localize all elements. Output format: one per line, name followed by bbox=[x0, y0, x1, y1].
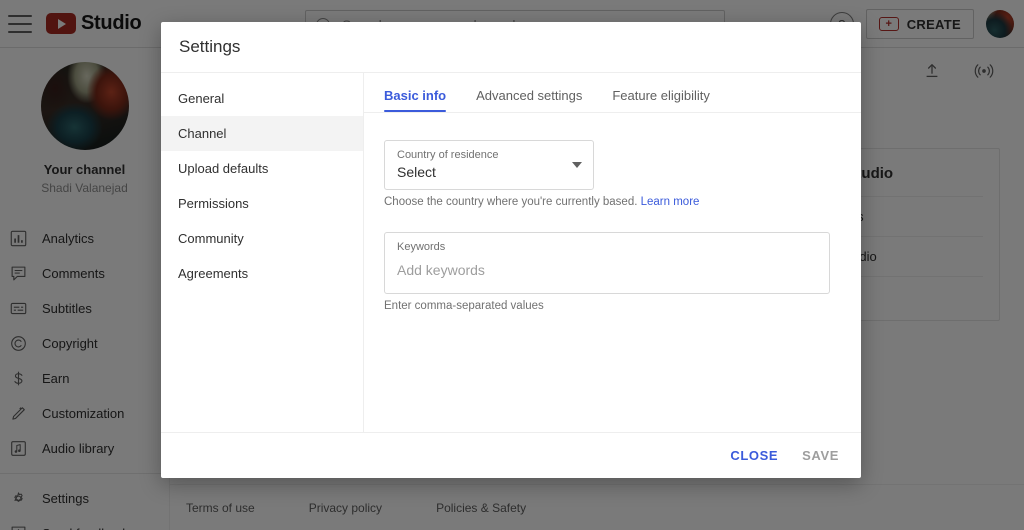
dialog-nav: General Channel Upload defaults Permissi… bbox=[161, 73, 364, 432]
chevron-down-icon[interactable] bbox=[572, 162, 582, 168]
country-field-hint: Choose the country where you're currentl… bbox=[384, 196, 841, 208]
save-button[interactable]: SAVE bbox=[802, 448, 839, 463]
learn-more-link[interactable]: Learn more bbox=[641, 196, 700, 208]
tab-basic-info[interactable]: Basic info bbox=[384, 88, 447, 112]
dialog-nav-item-community[interactable]: Community bbox=[161, 221, 363, 256]
keywords-placeholder: Add keywords bbox=[397, 262, 485, 278]
close-button[interactable]: CLOSE bbox=[730, 448, 778, 463]
dialog-footer: CLOSE SAVE bbox=[161, 432, 861, 478]
tab-feature-eligibility[interactable]: Feature eligibility bbox=[612, 88, 710, 112]
dialog-nav-item-agreements[interactable]: Agreements bbox=[161, 256, 363, 291]
youtube-studio-app: Studio Search across your channel ? + CR… bbox=[0, 0, 1024, 530]
settings-dialog: Settings General Channel Upload defaults… bbox=[161, 22, 861, 478]
country-of-residence-select[interactable]: Country of residence Select bbox=[384, 140, 594, 190]
keywords-field-label: Keywords bbox=[397, 241, 446, 253]
dialog-content: Basic info Advanced settings Feature eli… bbox=[364, 73, 861, 432]
keywords-input[interactable]: Keywords Add keywords bbox=[384, 232, 830, 294]
dialog-body: General Channel Upload defaults Permissi… bbox=[161, 72, 861, 432]
dialog-title: Settings bbox=[179, 37, 241, 56]
dialog-nav-item-general[interactable]: General bbox=[161, 81, 363, 116]
dialog-title-bar: Settings bbox=[161, 22, 861, 72]
tab-advanced-settings[interactable]: Advanced settings bbox=[476, 88, 582, 112]
keywords-field-hint: Enter comma-separated values bbox=[384, 300, 544, 312]
country-field-value: Select bbox=[397, 164, 436, 180]
dialog-nav-item-channel[interactable]: Channel bbox=[161, 116, 363, 151]
dialog-tabs: Basic info Advanced settings Feature eli… bbox=[364, 73, 861, 113]
basic-info-form: Country of residence Select Choose the c… bbox=[364, 113, 861, 432]
dialog-nav-item-permissions[interactable]: Permissions bbox=[161, 186, 363, 221]
country-hint-text: Choose the country where you're currentl… bbox=[384, 196, 638, 208]
country-field-label: Country of residence bbox=[397, 149, 499, 161]
dialog-nav-item-upload-defaults[interactable]: Upload defaults bbox=[161, 151, 363, 186]
